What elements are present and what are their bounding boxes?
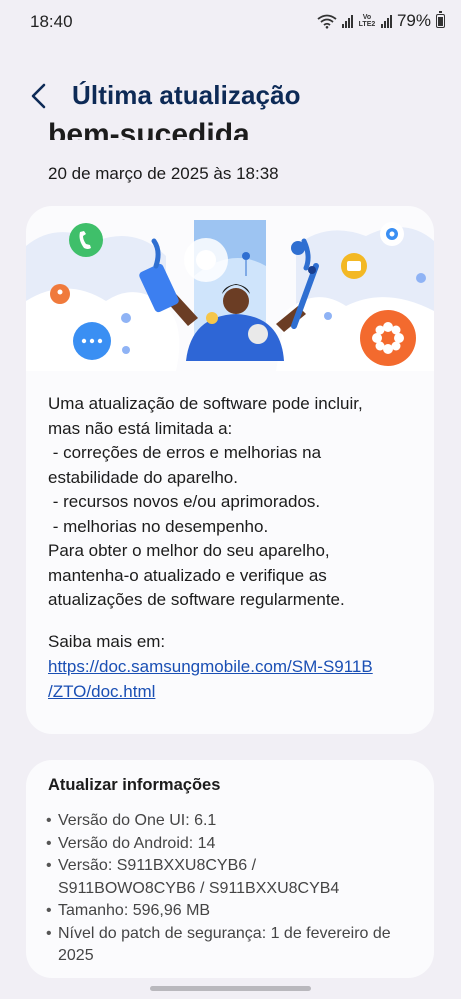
wifi-icon <box>317 14 337 29</box>
learn-more-label: Saiba mais em: <box>48 632 166 651</box>
list-item: Versão do Android: 14 <box>46 833 426 856</box>
battery-icon <box>436 11 445 28</box>
signal-icon-2 <box>380 14 392 28</box>
info-title: Atualizar informações <box>48 776 221 794</box>
update-size: Tamanho: 596,96 MB <box>58 902 211 919</box>
chevron-left-icon <box>31 83 46 109</box>
subtitle-text: bem-sucedida <box>48 118 250 140</box>
link-line-1[interactable]: https://doc.samsungmobile.com/SM-S911B <box>48 655 373 680</box>
description-line: estabilidade do aparelho. <box>48 467 238 487</box>
description-line: - recursos novos e/ou aprimorados. <box>48 492 321 511</box>
signal-icon <box>341 14 353 28</box>
subtitle-partial: bem-sucedida <box>48 112 428 140</box>
list-item: Nível do patch de segurança: 1 de fevere… <box>46 923 426 968</box>
list-item: Versão: S911BXXU8CYB6 / S911BOWO8CYB6 / … <box>46 855 426 900</box>
build-version-line-2: S911BOWO8CYB6 / S911BXXU8CYB4 <box>58 879 340 897</box>
status-time: 18:40 <box>30 12 73 31</box>
update-details-card: Uma atualização de software pode incluir… <box>26 206 434 734</box>
one-ui-version: Versão do One UI: 6.1 <box>58 812 217 829</box>
update-description: Uma atualização de software pode incluir… <box>48 392 418 613</box>
list-item: Versão do One UI: 6.1 <box>46 810 426 833</box>
security-patch-line-2: 2025 <box>58 947 94 964</box>
documentation-link[interactable]: https://doc.samsungmobile.com/SM-S911B /… <box>48 655 373 704</box>
description-line: Para obter o melhor do seu aparelho, <box>48 541 330 560</box>
description-line: Uma atualização de software pode incluir… <box>48 394 363 413</box>
description-line: mas não está limitada a: <box>48 418 233 438</box>
build-version-line-1: Versão: S911BXXU8CYB6 / <box>58 857 257 874</box>
update-info-card: Atualizar informações Versão do One UI: … <box>26 760 434 978</box>
battery-percent: 79% <box>396 11 431 30</box>
description-line: - melhorias no desempenho. <box>48 516 269 536</box>
android-version: Versão do Android: 14 <box>58 834 216 852</box>
update-date: 20 de março de 2025 às 18:38 <box>48 164 279 183</box>
link-line-2[interactable]: /ZTO/doc.html <box>48 680 373 705</box>
back-button[interactable] <box>22 78 58 114</box>
description-line: - correções de erros e melhorias na <box>48 443 322 462</box>
software-update-illustration <box>26 220 434 371</box>
description-line: mantenha-o atualizado e verifique as <box>48 565 327 585</box>
list-item: Tamanho: 596,96 MB <box>46 900 426 923</box>
page-title: Última atualização <box>72 80 301 110</box>
security-patch-line-1: Nível do patch de segurança: 1 de fevere… <box>58 924 391 942</box>
status-icons: Vo LTE2 79% <box>317 11 445 31</box>
info-list: Versão do One UI: 6.1 Versão do Android:… <box>46 810 426 968</box>
status-bar: 18:40 Vo LTE2 79% <box>0 0 461 46</box>
home-indicator[interactable] <box>150 986 311 991</box>
description-line: atualizações de software regularmente. <box>48 590 345 609</box>
volte-label: Vo LTE2 <box>358 14 376 28</box>
